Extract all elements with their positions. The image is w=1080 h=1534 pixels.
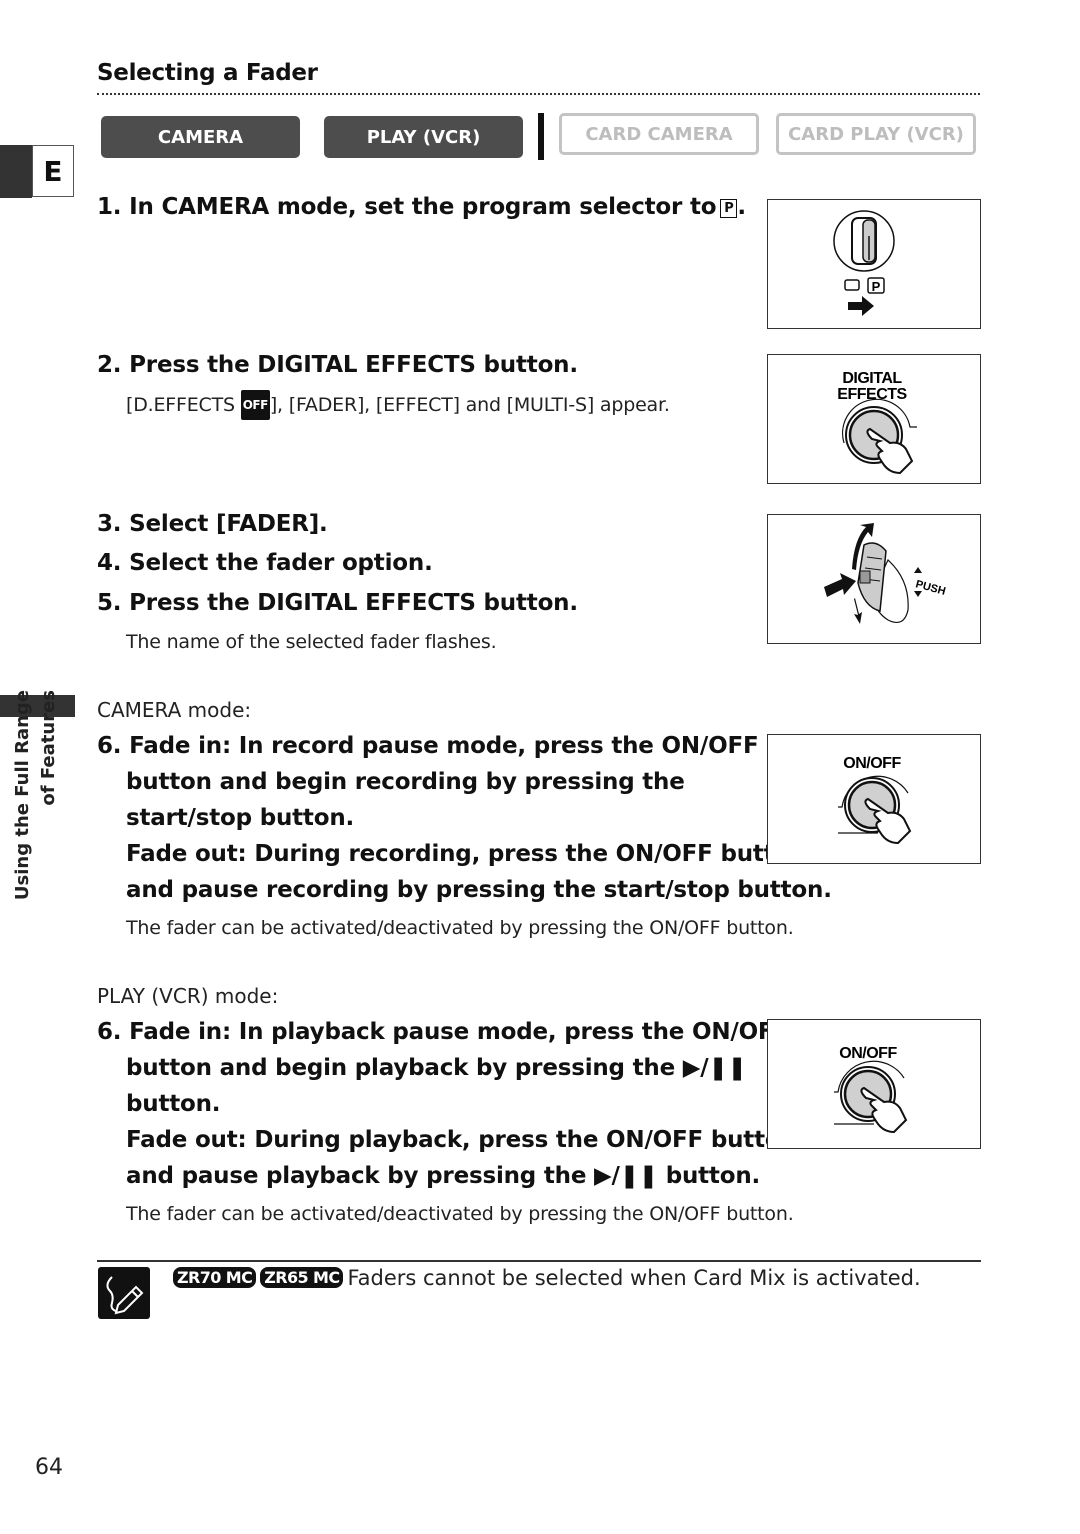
language-tab-marker (0, 145, 32, 198)
figure-onoff-button-camera: ON/OFF (767, 734, 981, 864)
play-step-6-line1: 6. Fade in: In playback pause mode, pres… (97, 1019, 789, 1045)
mode-badge-camera: CAMERA (101, 116, 300, 158)
step-1-period: . (737, 194, 746, 220)
camera-step-6-line4: Fade out: During recording, press the ON… (126, 841, 807, 867)
play-step-6-line4: Fade out: During playback, press the ON/… (126, 1127, 797, 1153)
digital-effects-button-icon: DIGITAL EFFECTS (837, 370, 917, 475)
onoff-label: ON/OFF (843, 755, 901, 772)
camera-step-6-line3: start/stop button. (126, 805, 355, 831)
step-5: 5. Press the DIGITAL EFFECTS button. (97, 590, 578, 616)
step-1: 1. In CAMERA mode, set the program selec… (97, 189, 746, 225)
onoff-label: ON/OFF (839, 1045, 897, 1062)
mode-separator (538, 113, 544, 160)
selector-p-label: P (872, 279, 881, 294)
language-tab: E (32, 145, 74, 197)
step-2-note-a: [D.EFFECTS (126, 394, 241, 416)
program-selector-icon: P (833, 210, 895, 316)
model-badge-zr65mc: ZR65 MC (260, 1267, 344, 1288)
step-2: 2. Press the DIGITAL EFFECTS button. (97, 352, 578, 378)
off-badge: OFF (240, 390, 270, 420)
note-pencil-icon (98, 1267, 150, 1319)
program-p-icon: P (720, 199, 738, 218)
figure-selector-dial: PUSH (767, 514, 981, 644)
section-title: Selecting a Fader (97, 60, 318, 86)
camera-step-6-line5: and pause recording by pressing the star… (126, 877, 832, 903)
step-2-note: [D.EFFECTS OFF], [FADER], [EFFECT] and [… (126, 390, 670, 420)
figure-program-selector: P (767, 199, 981, 329)
figure-digital-effects-button: DIGITAL EFFECTS (767, 354, 981, 484)
selector-dial-icon: PUSH (824, 523, 947, 624)
camera-step-6-line2: button and begin recording by pressing t… (126, 769, 685, 795)
chapter-label-line1: Using the Full Range (12, 690, 33, 901)
camera-step-6-line1: 6. Fade in: In record pause mode, press … (97, 733, 759, 759)
step-4: 4. Select the fader option. (97, 550, 433, 576)
step-1-text: 1. In CAMERA mode, set the program selec… (97, 194, 717, 220)
mode-badge-card-play-vcr: CARD PLAY (VCR) (776, 113, 976, 155)
step-2-note-b: ], [FADER], [EFFECT] and [MULTI-S] appea… (269, 394, 670, 416)
digital-label: DIGITAL (842, 370, 902, 387)
camera-mode-note: The fader can be activated/deactivated b… (126, 917, 794, 939)
chapter-label-line2: of Features (38, 690, 59, 806)
arrow-right-icon (848, 296, 874, 316)
footnote-text: Faders cannot be selected when Card Mix … (347, 1266, 921, 1290)
figure-onoff-button-play: ON/OFF (767, 1019, 981, 1149)
camera-mode-label: CAMERA mode: (97, 698, 252, 722)
effects-label: EFFECTS (837, 386, 907, 403)
footnote-divider (97, 1260, 981, 1262)
mode-badge-card-camera: CARD CAMERA (559, 113, 759, 155)
play-step-6-line3: button. (126, 1091, 221, 1117)
onoff-button-icon: ON/OFF (838, 755, 912, 845)
chapter-label: Using the Full Range of Features (10, 690, 62, 930)
model-badge-zr70mc: ZR70 MC (173, 1267, 257, 1288)
dotted-divider (97, 93, 980, 95)
arrow-push-icon (824, 573, 856, 597)
onoff-button-icon: ON/OFF (834, 1045, 908, 1134)
mode-badge-play-vcr: PLAY (VCR) (324, 116, 523, 158)
step-3: 3. Select [FADER]. (97, 511, 328, 537)
play-mode-note: The fader can be activated/deactivated b… (126, 1203, 794, 1225)
page-number: 64 (35, 1455, 63, 1480)
step-5-note: The name of the selected fader flashes. (126, 631, 497, 653)
play-step-6-line2: button and begin playback by pressing th… (126, 1055, 747, 1081)
play-mode-label: PLAY (VCR) mode: (97, 984, 279, 1008)
arrow-down-icon (854, 598, 862, 624)
footnote: ZR70 MC ZR65 MC Faders cannot be selected … (173, 1266, 921, 1290)
play-step-6-line5: and pause playback by pressing the ▶/❚❚ … (126, 1163, 761, 1189)
